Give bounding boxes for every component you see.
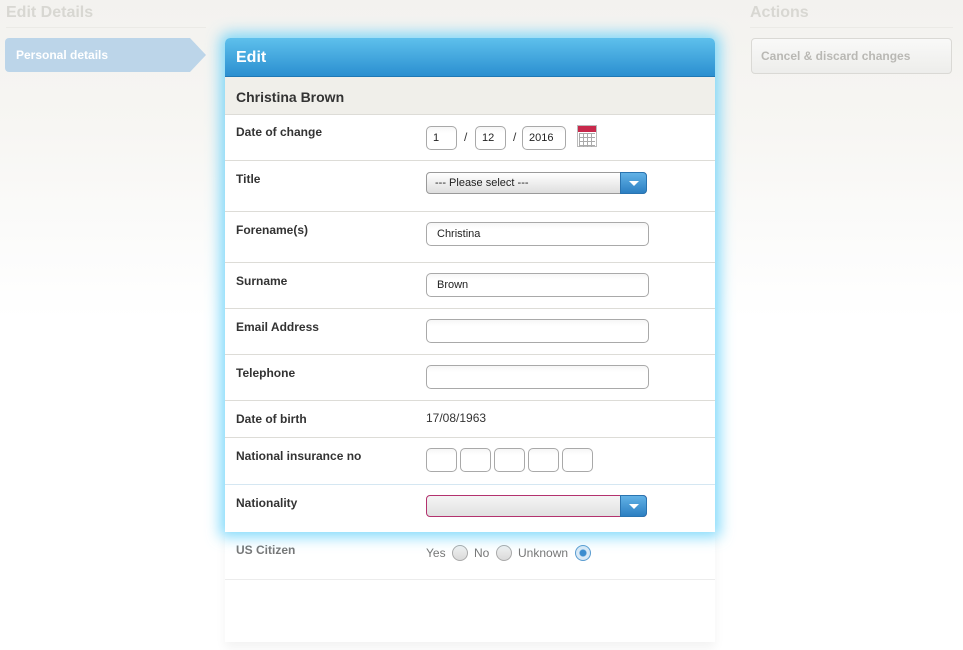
ni-row: National insurance no bbox=[225, 438, 715, 484]
title-row: Title --- Please select --- bbox=[225, 161, 715, 212]
surname-label: Surname bbox=[236, 274, 288, 288]
dob-value: 17/08/1963 bbox=[426, 411, 487, 425]
date-of-change-label: Date of change bbox=[236, 125, 323, 139]
telephone-input[interactable] bbox=[426, 365, 649, 389]
ni-part-3-input[interactable] bbox=[494, 448, 525, 472]
email-label: Email Address bbox=[236, 320, 319, 334]
us-citizen-section: US Citizen Yes No Unknown bbox=[225, 532, 715, 642]
option-yes-label: Yes bbox=[426, 546, 446, 560]
ni-part-4-input[interactable] bbox=[528, 448, 559, 472]
title-select[interactable]: --- Please select --- bbox=[426, 172, 647, 194]
nav-item-personal-details[interactable]: Personal details bbox=[5, 38, 206, 72]
nationality-label: Nationality bbox=[236, 496, 298, 510]
telephone-row: Telephone bbox=[225, 355, 715, 401]
us-citizen-row: US Citizen Yes No Unknown bbox=[225, 532, 715, 580]
edit-panel: Edit Christina Brown Date of change / / … bbox=[225, 38, 715, 532]
edit-details-title: Edit Details bbox=[6, 4, 94, 21]
title-selected-value: --- Please select --- bbox=[435, 177, 529, 189]
cancel-discard-button[interactable]: Cancel & discard changes bbox=[751, 38, 952, 74]
option-no-label: No bbox=[474, 546, 490, 560]
ni-label: National insurance no bbox=[236, 449, 362, 463]
radio-unknown[interactable] bbox=[575, 545, 591, 561]
email-input[interactable] bbox=[426, 319, 649, 343]
option-unknown-label: Unknown bbox=[518, 546, 569, 560]
radio-no[interactable] bbox=[496, 545, 512, 561]
surname-input[interactable] bbox=[426, 273, 649, 297]
surname-row: Surname bbox=[225, 263, 715, 309]
divider bbox=[750, 27, 953, 28]
change-year-input[interactable] bbox=[522, 126, 566, 150]
dob-row: Date of birth 17/08/1963 bbox=[225, 401, 715, 438]
forename-label: Forename(s) bbox=[236, 223, 309, 237]
dob-label: Date of birth bbox=[236, 412, 307, 426]
nationality-row: Nationality bbox=[225, 484, 715, 532]
forename-input[interactable] bbox=[426, 222, 649, 246]
forename-row: Forename(s) bbox=[225, 212, 715, 263]
us-citizen-label: US Citizen bbox=[236, 543, 296, 557]
date-separator: / bbox=[464, 130, 468, 144]
calendar-icon[interactable] bbox=[577, 125, 597, 147]
actions-title: Actions bbox=[750, 4, 809, 21]
title-label: Title bbox=[236, 172, 261, 186]
telephone-label: Telephone bbox=[236, 366, 296, 380]
chevron-down-icon bbox=[620, 172, 647, 194]
divider bbox=[6, 27, 206, 28]
nationality-select[interactable] bbox=[426, 495, 647, 517]
date-separator: / bbox=[513, 130, 517, 144]
email-row: Email Address bbox=[225, 309, 715, 355]
radio-yes[interactable] bbox=[452, 545, 468, 561]
ni-part-2-input[interactable] bbox=[460, 448, 491, 472]
person-name: Christina Brown bbox=[225, 77, 715, 115]
chevron-down-icon bbox=[620, 495, 647, 517]
ni-part-1-input[interactable] bbox=[426, 448, 457, 472]
change-day-input[interactable] bbox=[426, 126, 457, 150]
change-month-input[interactable] bbox=[475, 126, 506, 150]
date-of-change-row: Date of change / / bbox=[225, 115, 715, 161]
ni-part-5-input[interactable] bbox=[562, 448, 593, 472]
panel-header: Edit bbox=[225, 38, 715, 77]
